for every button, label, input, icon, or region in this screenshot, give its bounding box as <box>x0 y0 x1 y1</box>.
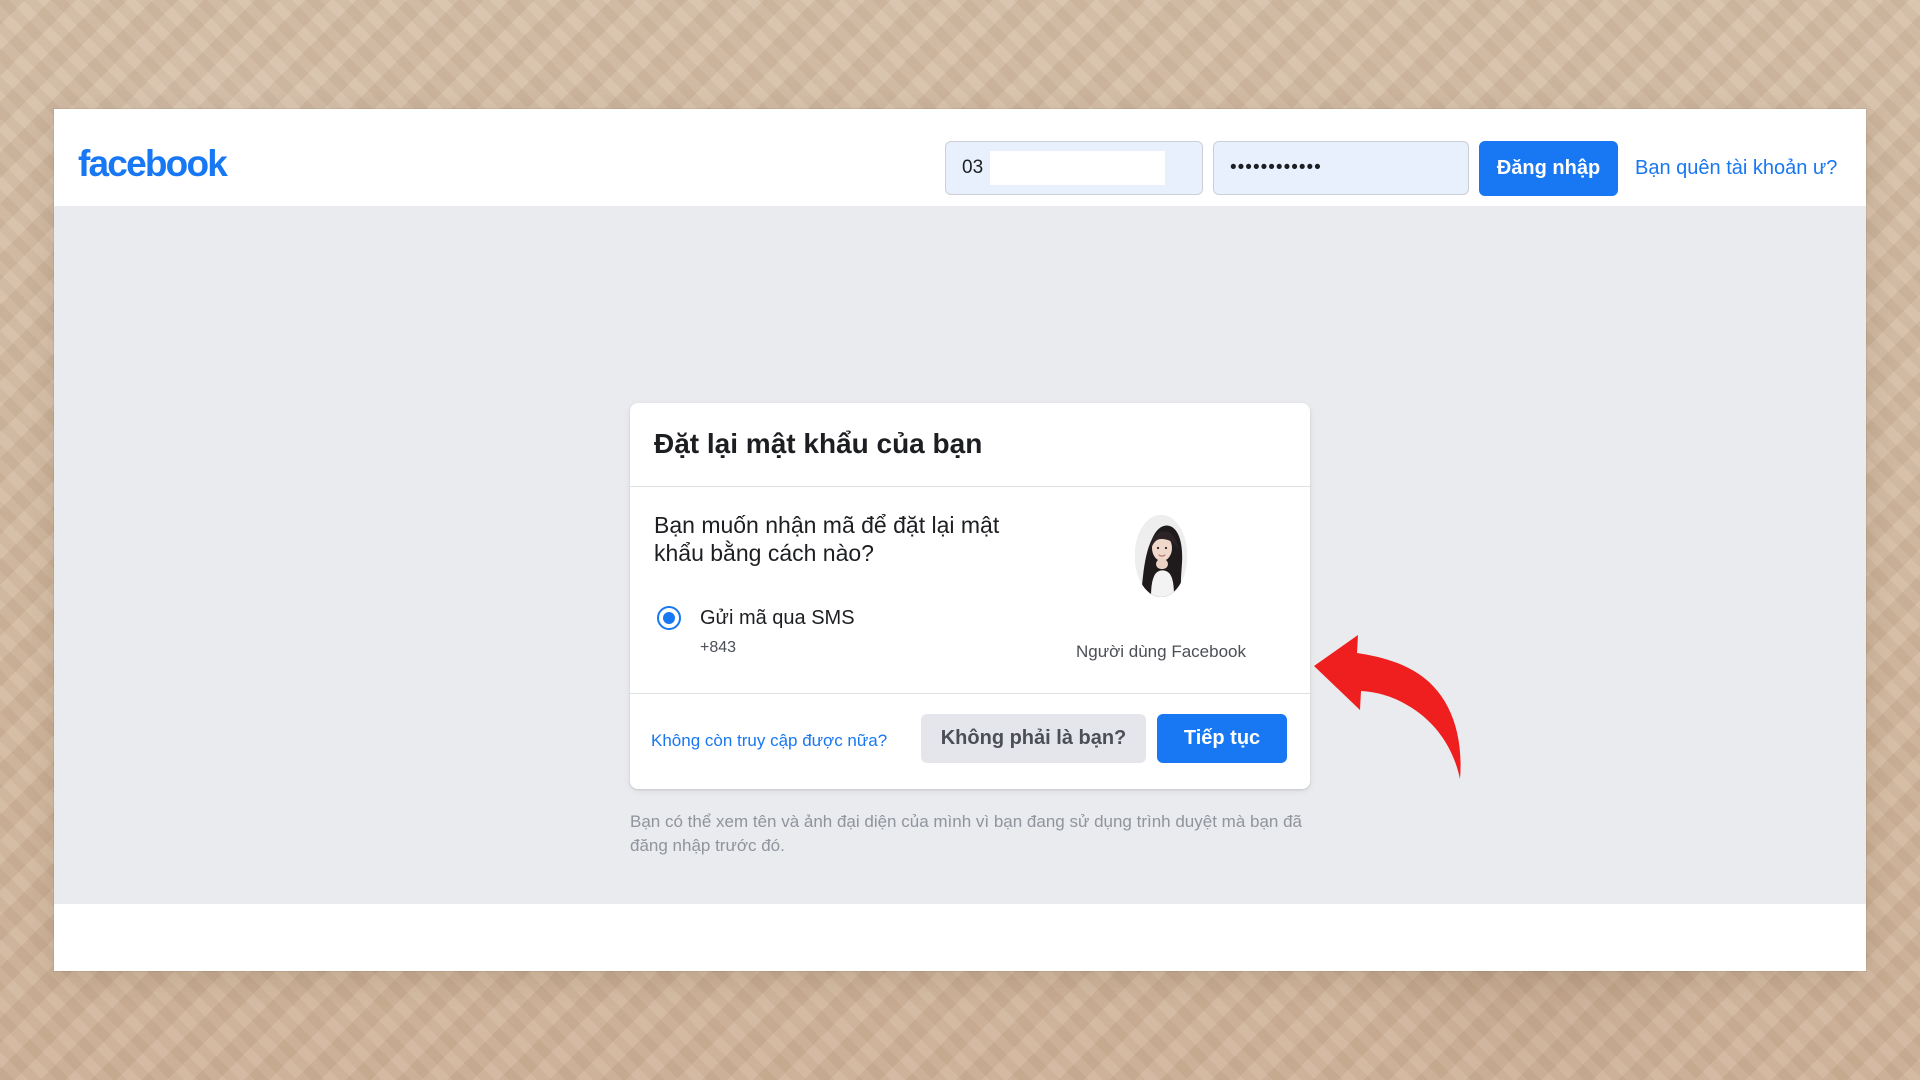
phone-input[interactable]: 03 <box>945 141 1203 195</box>
help-text: Bạn có thể xem tên và ảnh đại diện của m… <box>630 812 1302 855</box>
facebook-logo: facebook <box>78 143 228 184</box>
footer-strip <box>54 904 1866 971</box>
browser-frame: facebook 03 •••••••••••• Đăng nhập Bạn q… <box>54 109 1866 971</box>
not-you-button[interactable]: Không phải là bạn? <box>921 714 1146 763</box>
recovery-question: Bạn muốn nhận mã để đặt lại mật khẩu bằn… <box>654 512 1000 566</box>
sms-option-label[interactable]: Gửi mã qua SMS <box>700 607 855 630</box>
sms-phone-number: +843 <box>700 639 737 656</box>
profile-caption: Người dùng Facebook <box>1076 642 1246 661</box>
login-button[interactable]: Đăng nhập <box>1479 141 1618 196</box>
card-header: Đặt lại mật khẩu của bạn <box>630 403 1310 487</box>
radio-selected-icon[interactable] <box>657 606 681 630</box>
card-divider <box>630 693 1310 694</box>
top-navigation: facebook 03 •••••••••••• Đăng nhập Bạn q… <box>54 119 1866 207</box>
phone-redaction <box>990 151 1165 185</box>
no-access-link[interactable]: Không còn truy cập được nữa? <box>651 731 887 751</box>
top-gap <box>54 109 1866 119</box>
continue-button[interactable]: Tiếp tục <box>1157 714 1287 763</box>
forgot-account-link[interactable]: Bạn quên tài khoản ư? <box>1635 157 1837 180</box>
password-value: •••••••••••• <box>1230 157 1322 178</box>
password-input[interactable]: •••••••••••• <box>1213 141 1469 195</box>
reset-password-card: Đặt lại mật khẩu của bạn Bạn muốn nhận m… <box>630 403 1310 789</box>
content-area: Đặt lại mật khẩu của bạn Bạn muốn nhận m… <box>54 206 1866 904</box>
profile-avatar-icon <box>1135 515 1187 597</box>
reset-password-title: Đặt lại mật khẩu của bạn <box>654 428 983 459</box>
phone-value: 03 <box>962 157 984 178</box>
avatar-illustration <box>1135 515 1187 597</box>
